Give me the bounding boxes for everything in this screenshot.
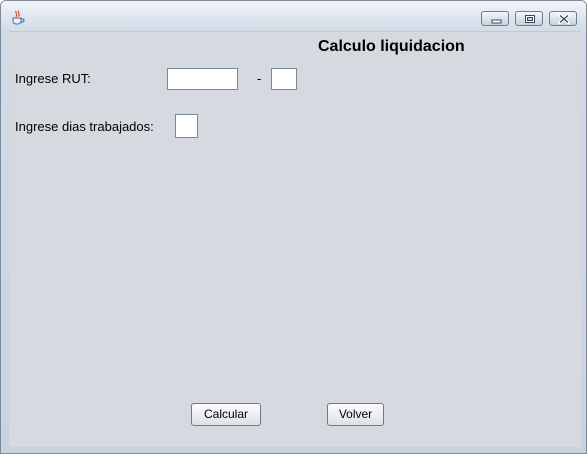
calcular-button[interactable]: Calcular bbox=[191, 403, 261, 426]
dias-input[interactable] bbox=[175, 114, 198, 138]
app-window: Calculo liquidacion Ingrese RUT: - Ingre… bbox=[0, 0, 587, 454]
rut-input[interactable] bbox=[167, 68, 238, 90]
close-icon bbox=[557, 13, 571, 25]
rut-label: Ingrese RUT: bbox=[15, 71, 91, 86]
maximize-button[interactable] bbox=[515, 11, 543, 26]
volver-button[interactable]: Volver bbox=[327, 403, 384, 426]
rut-separator: - bbox=[257, 71, 262, 86]
minimize-button[interactable] bbox=[481, 11, 509, 26]
dias-label: Ingrese dias trabajados: bbox=[15, 119, 154, 134]
minimize-icon bbox=[491, 19, 502, 24]
form-panel: Calculo liquidacion Ingrese RUT: - Ingre… bbox=[9, 31, 581, 447]
close-button[interactable] bbox=[549, 11, 577, 26]
title-bar[interactable] bbox=[1, 1, 586, 31]
maximize-icon bbox=[525, 15, 535, 23]
form-title: Calculo liquidacion bbox=[318, 38, 465, 55]
rut-dv-input[interactable] bbox=[271, 68, 297, 90]
java-cup-icon[interactable] bbox=[10, 9, 26, 25]
